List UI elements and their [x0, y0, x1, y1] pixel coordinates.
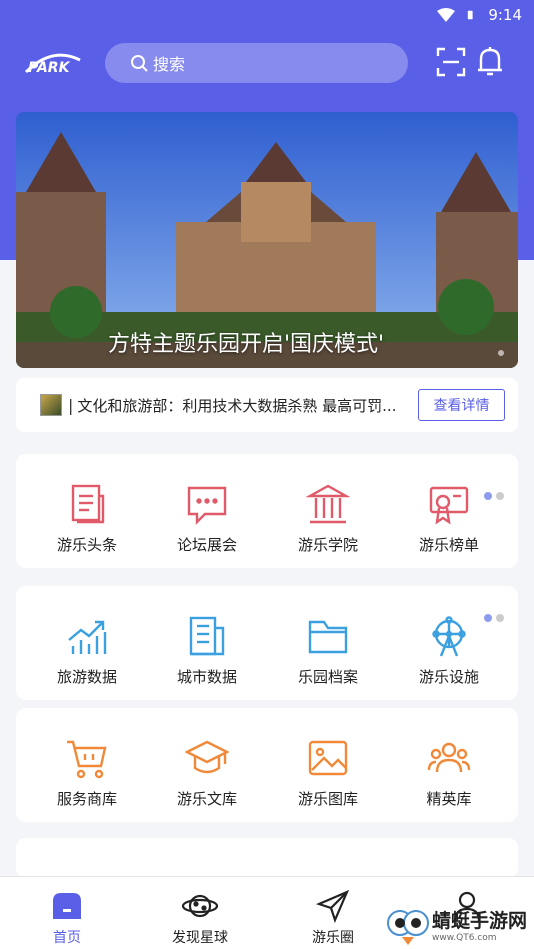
search-icon — [131, 55, 148, 72]
planet-icon — [182, 894, 218, 918]
grid-item-city-data[interactable]: 城市数据 — [152, 614, 262, 687]
grid-item-park-archive[interactable]: 乐园档案 — [273, 614, 383, 687]
logo-text: PARK — [28, 60, 71, 76]
grid-item-label: 游乐设施 — [418, 668, 479, 686]
shopping-cart-icon — [67, 740, 107, 779]
chart-trend-icon — [68, 620, 107, 654]
grid-item-label: 游乐学院 — [297, 536, 358, 554]
graduation-cap-icon — [185, 740, 229, 774]
picture-icon — [308, 740, 348, 776]
news-headline[interactable]: 文化和旅游部：利用技术大数据杀熟 最高可罚... — [77, 395, 409, 416]
search-input[interactable]: 搜索 — [105, 43, 408, 83]
tab-label: 游乐圈 — [312, 930, 354, 946]
status-bar: 9:14 — [0, 0, 534, 30]
bell-icon[interactable] — [476, 45, 504, 77]
park-logo-icon[interactable]: PARK — [22, 42, 82, 86]
grid-item-label: 游乐图库 — [297, 790, 358, 808]
folder-icon — [308, 620, 348, 654]
watermark-title: 蜻蜓手游网 — [432, 910, 528, 932]
grid-item-label: 游乐榜单 — [418, 536, 479, 554]
academy-building-icon — [306, 484, 350, 524]
grid-item-label: 精英库 — [426, 790, 472, 808]
grid-item-elite[interactable]: 精英库 — [394, 736, 504, 809]
people-group-icon — [427, 742, 471, 773]
watermark-url: www.QT6.com — [432, 933, 497, 943]
feature-grid-3: 服务商库 游乐文库 游乐图库 精英库 — [16, 708, 518, 822]
grid-item-library[interactable]: 游乐文库 — [152, 736, 262, 809]
dragonfly-logo-icon — [387, 909, 429, 945]
battery-icon — [468, 10, 473, 20]
certificate-icon — [429, 486, 469, 525]
grid-item-gallery[interactable]: 游乐图库 — [273, 736, 383, 809]
feature-grid-2: 旅游数据 城市数据 乐园档案 游乐设施 — [16, 586, 518, 700]
grid-item-label: 城市数据 — [176, 668, 237, 686]
grid-item-headlines[interactable]: 游乐头条 — [32, 482, 142, 555]
tab-label: 首页 — [53, 930, 81, 946]
tab-label: 发现星球 — [172, 930, 228, 946]
paper-plane-icon — [315, 889, 350, 923]
banner-carousel[interactable]: 方特主题乐园开启'国庆模式' — [16, 112, 518, 368]
grid-item-tourism-data[interactable]: 旅游数据 — [32, 614, 142, 687]
feature-grid-1: 游乐头条 论坛展会 游乐学院 游乐榜单 — [16, 454, 518, 568]
news-thumbnail — [40, 394, 62, 416]
grid-item-vendors[interactable]: 服务商库 — [32, 736, 142, 809]
tab-circle[interactable]: 游乐圈 — [273, 877, 393, 949]
grid-page-indicator — [484, 492, 504, 500]
view-details-button[interactable]: 查看详情 — [418, 389, 505, 421]
banner-caption: 方特主题乐园开启'国庆模式' — [108, 332, 385, 357]
grid-item-forum[interactable]: 论坛展会 — [152, 482, 262, 555]
feature-grid-4 — [16, 838, 518, 878]
grid-item-label: 乐园档案 — [297, 668, 358, 686]
site-watermark: 蜻蜓手游网 www.QT6.com — [384, 900, 534, 949]
scan-icon[interactable] — [436, 47, 466, 77]
status-time: 9:14 — [488, 6, 522, 24]
grid-item-rides[interactable]: 游乐设施 — [394, 614, 504, 687]
chat-bubble-icon — [187, 486, 227, 525]
news-ticker[interactable]: | 文化和旅游部：利用技术大数据杀熟 最高可罚... 查看详情 — [16, 378, 518, 432]
grid-page-indicator — [484, 614, 504, 622]
tab-home[interactable]: 首页 — [7, 877, 127, 949]
grid-item-label: 游乐头条 — [56, 536, 117, 554]
search-placeholder: 搜索 — [153, 55, 186, 74]
grid-item-academy[interactable]: 游乐学院 — [273, 482, 383, 555]
home-icon — [53, 893, 81, 919]
newspaper-icon — [71, 484, 105, 524]
grid-item-label: 旅游数据 — [56, 668, 117, 686]
wifi-icon — [437, 8, 456, 22]
grid-item-label: 服务商库 — [56, 790, 117, 808]
grid-item-label: 游乐文库 — [176, 790, 237, 808]
top-header: PARK 搜索 — [0, 38, 534, 90]
banner-indicator — [498, 350, 504, 356]
city-document-icon — [189, 616, 225, 656]
grid-item-label: 论坛展会 — [176, 536, 237, 554]
tab-discover[interactable]: 发现星球 — [140, 877, 260, 949]
ferris-wheel-icon — [432, 616, 466, 657]
